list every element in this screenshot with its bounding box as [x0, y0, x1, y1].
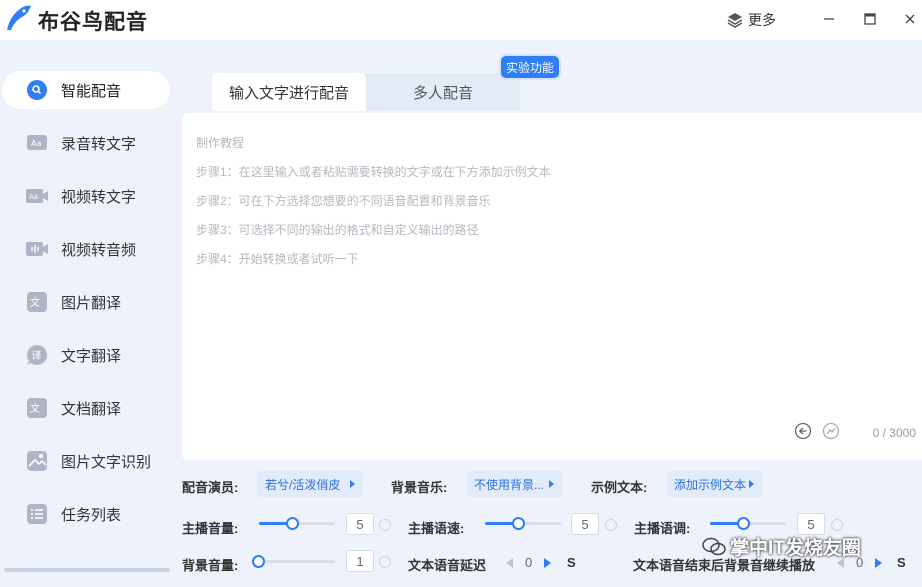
bgm-label: 背景音乐:	[391, 480, 448, 495]
bg-volume-slider[interactable]	[252, 555, 335, 569]
sidebar-item-doc-translate[interactable]: 文 文档翻译	[2, 389, 170, 427]
delay-value[interactable]: 0	[525, 555, 532, 570]
decrement-icon[interactable]	[506, 558, 513, 568]
delay-unit: S	[567, 555, 576, 570]
sidebar-item-task-list[interactable]: 任务列表	[2, 495, 170, 533]
guide-step: 步骤2：可在下方选择您想要的不同语音配置和背景音乐	[196, 194, 491, 208]
main-volume-input[interactable]: 5	[346, 513, 374, 535]
video-text-icon: Aa	[25, 185, 49, 207]
reset-icon[interactable]	[379, 556, 391, 568]
increment-icon[interactable]	[875, 558, 882, 568]
sidebar-item-smart-dubbing[interactable]: 智能配音	[2, 71, 170, 109]
caret-right-icon	[749, 480, 754, 488]
slider-knob[interactable]	[512, 517, 525, 530]
watermark: 掌中IT发烧友圈	[702, 533, 861, 560]
sidebar-item-text-translate[interactable]: 译 文字翻译	[2, 336, 170, 374]
sidebar-item-label: 视频转音频	[61, 241, 137, 259]
svg-text:文: 文	[30, 402, 40, 415]
sidebar-item-label: 文字翻译	[61, 347, 122, 365]
sidebar: 智能配音 Aa 录音转文字 Aa 视频转文字 视频转音频 文 图片翻译 译 文字…	[0, 40, 172, 587]
more-button[interactable]: 更多	[727, 10, 776, 30]
speed-input[interactable]: 5	[571, 513, 599, 535]
undo-icon[interactable]	[794, 422, 812, 440]
sidebar-item-label: 图片翻译	[61, 294, 122, 312]
speed-slider[interactable]	[485, 517, 561, 531]
sidebar-item-label: 文档翻译	[61, 400, 122, 418]
doc-translate-icon: 文	[25, 397, 49, 419]
sidebar-item-audio-to-text[interactable]: Aa 录音转文字	[2, 124, 170, 162]
guide-step: 步骤1：在这里输入或者粘贴需要转换的文字或在下方添加示例文本	[196, 165, 551, 179]
more-label: 更多	[748, 12, 776, 28]
sidebar-item-label: 视频转文字	[61, 188, 137, 206]
sidebar-item-video-to-text[interactable]: Aa 视频转文字	[2, 177, 170, 215]
sidebar-item-label: 任务列表	[61, 506, 122, 524]
app-logo-icon	[7, 5, 31, 30]
task-list-icon	[25, 503, 49, 525]
sample-text-label: 示例文本:	[591, 480, 648, 495]
guide-step: 步骤4：开始转换或者试听一下	[196, 252, 359, 266]
speed-label: 主播语速:	[408, 521, 465, 536]
svg-text:译: 译	[32, 350, 42, 362]
bgm-select[interactable]: 不使用背景...	[466, 471, 562, 497]
watermark-text: 掌中IT发烧友圈	[730, 538, 861, 559]
image-ocr-icon	[25, 450, 49, 472]
slider-knob[interactable]	[737, 517, 750, 530]
main-volume-slider[interactable]	[259, 517, 335, 531]
layers-icon	[727, 13, 743, 28]
maximize-icon[interactable]	[859, 8, 881, 30]
bg-volume-label: 背景音量:	[182, 558, 239, 573]
title-bar: 布谷鸟配音 更多	[0, 0, 922, 40]
svg-text:Aa: Aa	[29, 193, 38, 201]
sidebar-item-image-translate[interactable]: 文 图片翻译	[2, 283, 170, 321]
continue-unit: S	[897, 555, 906, 570]
app-title: 布谷鸟配音	[38, 11, 148, 34]
redo-icon[interactable]	[822, 422, 840, 440]
pitch-input[interactable]: 5	[797, 513, 825, 535]
pitch-label: 主播语调:	[634, 521, 691, 536]
sample-text-value: 添加示例文本	[674, 477, 747, 492]
voice-actor-select[interactable]: 若兮/活泼俏皮	[257, 471, 363, 497]
bgm-value: 不使用背景...	[474, 477, 545, 492]
voice-actor-value: 若兮/活泼俏皮	[265, 477, 341, 492]
svg-text:Aa: Aa	[31, 139, 41, 148]
sidebar-item-label: 智能配音	[61, 82, 122, 100]
reset-icon[interactable]	[831, 519, 843, 531]
reset-icon[interactable]	[605, 519, 617, 531]
sidebar-item-label: 录音转文字	[61, 135, 137, 153]
sidebar-scrollbar[interactable]	[4, 568, 170, 572]
sample-text-button[interactable]: 添加示例文本	[666, 471, 762, 497]
close-icon[interactable]	[899, 8, 921, 30]
pin-icon	[25, 79, 49, 101]
bg-volume-input[interactable]: 1	[346, 550, 374, 572]
guide-step: 步骤3：可选择不同的输出的格式和自定义输出的路径	[196, 223, 479, 237]
image-translate-icon: 文	[25, 291, 49, 313]
text-translate-icon: 译	[25, 344, 49, 366]
minimize-icon[interactable]	[818, 8, 840, 30]
char-counter: 0 / 3000	[872, 426, 916, 440]
sidebar-item-image-ocr[interactable]: 图片文字识别	[2, 442, 170, 480]
tab-multi-voice[interactable]: 多人配音	[366, 73, 520, 111]
caret-right-icon	[350, 480, 355, 488]
slider-knob[interactable]	[252, 555, 265, 568]
increment-icon[interactable]	[544, 558, 551, 568]
slider-knob[interactable]	[286, 517, 299, 530]
sidebar-item-video-to-audio[interactable]: 视频转音频	[2, 230, 170, 268]
reset-icon[interactable]	[379, 519, 391, 531]
svg-text:文: 文	[30, 296, 40, 309]
guide-title: 制作教程	[196, 136, 245, 150]
experimental-badge: 实验功能	[501, 56, 559, 78]
wechat-icon	[702, 537, 726, 555]
tab-text-dubbing[interactable]: 输入文字进行配音	[212, 73, 366, 111]
caret-right-icon	[549, 480, 554, 488]
text-editor[interactable]: 制作教程 步骤1：在这里输入或者粘贴需要转换的文字或在下方添加示例文本 步骤2：…	[182, 113, 922, 460]
voice-actor-label: 配音演员:	[182, 480, 239, 495]
main-volume-label: 主播音量:	[182, 521, 239, 536]
sidebar-item-label: 图片文字识别	[61, 453, 152, 471]
main-panel: 输入文字进行配音 多人配音 实验功能 制作教程 步骤1：在这里输入或者粘贴需要转…	[172, 40, 922, 587]
pitch-slider[interactable]	[710, 517, 786, 531]
aa-card-icon: Aa	[25, 132, 49, 154]
delay-label: 文本语音延迟	[408, 558, 487, 573]
video-audio-icon	[25, 238, 49, 260]
